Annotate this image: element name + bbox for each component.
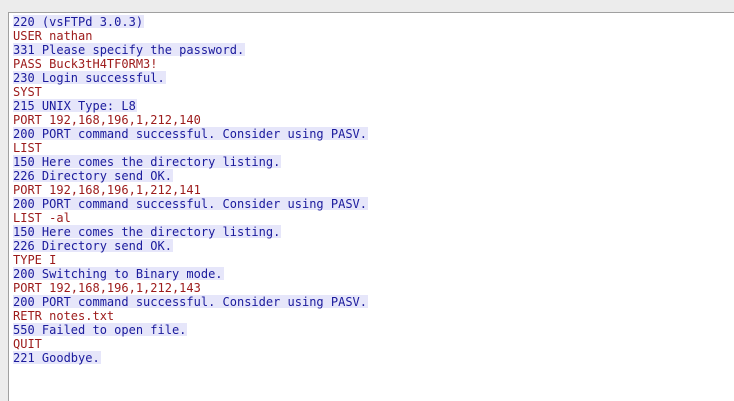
stream-line-text: SYST bbox=[13, 85, 43, 99]
stream-line-text: PORT 192,168,196,1,212,143 bbox=[13, 281, 202, 295]
stream-line-text: TYPE I bbox=[13, 253, 58, 267]
stream-line-client: RETR notes.txt bbox=[13, 309, 368, 323]
stream-line-client: PORT 192,168,196,1,212,141 bbox=[13, 183, 368, 197]
stream-line-text: 226 Directory send OK. bbox=[13, 169, 173, 183]
stream-line-client: QUIT bbox=[13, 337, 368, 351]
stream-line-client: PASS Buck3tH4TF0RM3! bbox=[13, 57, 368, 71]
stream-line-server: 221 Goodbye. bbox=[13, 351, 368, 365]
stream-line-server: 331 Please specify the password. bbox=[13, 43, 368, 57]
stream-line-text: 331 Please specify the password. bbox=[13, 43, 246, 57]
stream-line-client: TYPE I bbox=[13, 253, 368, 267]
stream-line-text: 200 PORT command successful. Consider us… bbox=[13, 127, 369, 141]
stream-line-client: LIST bbox=[13, 141, 368, 155]
stream-line-server: 200 PORT command successful. Consider us… bbox=[13, 295, 369, 309]
stream-line-server: 220 (vsFTPd 3.0.3) bbox=[13, 15, 368, 29]
stream-line-text: PORT 192,168,196,1,212,140 bbox=[13, 113, 202, 127]
follow-stream-window: 220 (vsFTPd 3.0.3) USER nathan 331 Pleas… bbox=[0, 0, 734, 401]
stream-line-server: 215 UNIX Type: L8 bbox=[13, 99, 368, 113]
stream-line-text: RETR notes.txt bbox=[13, 309, 116, 323]
stream-line-text: PORT 192,168,196,1,212,141 bbox=[13, 183, 202, 197]
stream-line-server: 230 Login successful. bbox=[13, 71, 368, 85]
stream-line-text: 220 (vsFTPd 3.0.3) bbox=[13, 15, 145, 29]
stream-line-text: 215 UNIX Type: L8 bbox=[13, 99, 137, 113]
stream-line-client: PORT 192,168,196,1,212,140 bbox=[13, 113, 368, 127]
stream-line-server: 150 Here comes the directory listing. bbox=[13, 155, 368, 169]
stream-content-pane[interactable]: 220 (vsFTPd 3.0.3) USER nathan 331 Pleas… bbox=[8, 12, 734, 401]
stream-line-server: 200 PORT command successful. Consider us… bbox=[13, 197, 369, 211]
stream-line-client: PORT 192,168,196,1,212,143 bbox=[13, 281, 368, 295]
stream-line-server: 550 Failed to open file. bbox=[13, 323, 368, 337]
stream-line-text: 221 Goodbye. bbox=[13, 351, 101, 365]
stream-line-text: 150 Here comes the directory listing. bbox=[13, 155, 282, 169]
stream-line-server: 150 Here comes the directory listing. bbox=[13, 225, 368, 239]
stream-line-client: USER nathan bbox=[13, 29, 368, 43]
stream-line-text: LIST -al bbox=[13, 211, 72, 225]
stream-line-text: USER nathan bbox=[13, 29, 94, 43]
stream-line-client: LIST -al bbox=[13, 211, 368, 225]
stream-line-text: 150 Here comes the directory listing. bbox=[13, 225, 282, 239]
stream-line-server: 226 Directory send OK. bbox=[13, 239, 368, 253]
stream-line-text: 226 Directory send OK. bbox=[13, 239, 173, 253]
stream-lines: 220 (vsFTPd 3.0.3) USER nathan 331 Pleas… bbox=[13, 15, 369, 365]
stream-line-text: 230 Login successful. bbox=[13, 71, 166, 85]
stream-line-text: QUIT bbox=[13, 337, 43, 351]
stream-line-text: 200 PORT command successful. Consider us… bbox=[13, 295, 369, 309]
stream-line-server: 200 Switching to Binary mode. bbox=[13, 267, 368, 281]
stream-line-server: 200 PORT command successful. Consider us… bbox=[13, 127, 369, 141]
stream-line-server: 226 Directory send OK. bbox=[13, 169, 368, 183]
stream-line-client: SYST bbox=[13, 85, 368, 99]
stream-line-text: 200 Switching to Binary mode. bbox=[13, 267, 224, 281]
stream-line-text: LIST bbox=[13, 141, 43, 155]
stream-line-text: PASS Buck3tH4TF0RM3! bbox=[13, 57, 159, 71]
stream-line-text: 200 PORT command successful. Consider us… bbox=[13, 197, 369, 211]
stream-line-text: 550 Failed to open file. bbox=[13, 323, 188, 337]
